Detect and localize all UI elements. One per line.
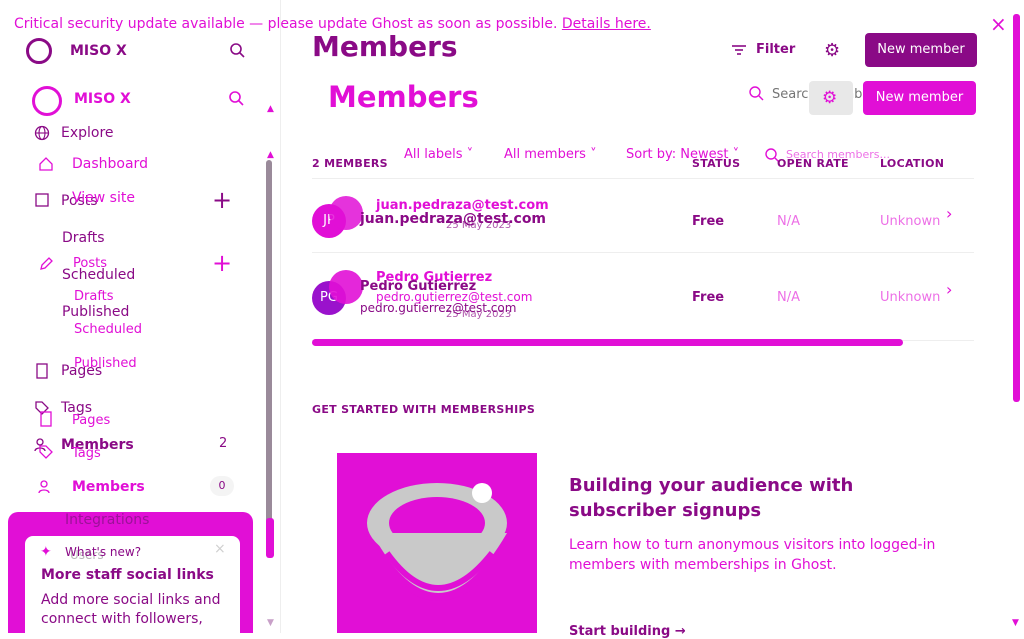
scroll-up-icon[interactable]: ▲ [267, 104, 274, 114]
labels-filter[interactable]: All labels ˅ [404, 147, 473, 162]
nav-dashboard[interactable]: Dashboard [72, 156, 148, 172]
labels-filter-text: All labels [404, 147, 463, 162]
new-member-button-ghost[interactable]: New member [865, 33, 977, 67]
nav-view-site[interactable]: View site [72, 190, 135, 206]
site-logo-ghost [26, 38, 52, 64]
nav-drafts-ghost[interactable]: Drafts [62, 230, 105, 246]
whats-new-body: Add more social links and connect with f… [41, 592, 221, 627]
column-location: LOCATION [880, 157, 945, 170]
nav-tags[interactable]: Tags [72, 446, 101, 461]
add-post-icon[interactable]: + [212, 186, 232, 214]
card-illustration [337, 453, 537, 633]
members-filter-text: All members [504, 147, 586, 162]
nav-published-ghost[interactable]: Published [62, 304, 129, 320]
gear-icon[interactable]: ⚙ [824, 40, 840, 61]
table-scrollbar[interactable] [312, 339, 903, 346]
divider [312, 178, 974, 179]
pages-icon [38, 411, 54, 427]
filter-icon[interactable] [731, 42, 747, 58]
search-icon[interactable] [229, 42, 245, 58]
whats-new-label: What's new? [65, 545, 142, 559]
close-icon[interactable]: × [990, 12, 1007, 36]
nav-drafts[interactable]: Drafts [74, 289, 114, 304]
sidebar: MISO X MISO X Explore Dashboard Posts Vi… [0, 0, 281, 633]
page-title-ghost: Members [312, 30, 458, 63]
column-open-rate: OPEN RATE [777, 157, 849, 170]
nav-members[interactable]: Members [72, 479, 145, 495]
sparkle-icon: ✦ [40, 544, 52, 560]
member-open-rate: N/A [777, 214, 800, 229]
gear-icon: ⚙ [822, 88, 838, 108]
new-member-button[interactable]: New member [863, 81, 976, 115]
members-count-ghost: 2 [219, 436, 228, 451]
edit-icon [38, 256, 54, 272]
site-name[interactable]: MISO X [74, 91, 131, 107]
home-icon [38, 156, 54, 172]
nav-scheduled-ghost[interactable]: Scheduled [62, 267, 135, 283]
search-icon[interactable] [228, 90, 244, 106]
card-body: Learn how to turn anonymous visitors int… [569, 537, 936, 573]
pages-icon [34, 363, 50, 379]
nav-scheduled[interactable]: Scheduled [74, 322, 142, 337]
member-created: 25 May 2023 [446, 309, 512, 320]
member-created: 25 May 2023 [446, 220, 512, 231]
nav-integrations[interactable]: Integrations [65, 512, 149, 528]
posts-icon [34, 192, 50, 208]
members-count-badge: 0 [210, 476, 234, 496]
search-icon [748, 85, 764, 101]
sidebar-scrollbar[interactable] [266, 160, 272, 525]
member-location: Unknown [880, 214, 941, 229]
card-title: Building your audience with subscriber s… [569, 475, 854, 521]
member-status: Free [692, 214, 725, 229]
filter-button[interactable]: Filter [756, 42, 795, 57]
members-filter[interactable]: All members ˅ [504, 147, 597, 162]
whats-new-title: More staff social links [41, 567, 214, 583]
chevron-right-icon[interactable]: › [946, 280, 952, 299]
sidebar-scrollbar-thumb[interactable] [266, 518, 274, 558]
add-post-icon[interactable]: + [212, 249, 232, 277]
member-count: 2 MEMBERS [312, 157, 388, 170]
member-status: Free [692, 290, 725, 305]
avatar [329, 270, 363, 304]
site-logo [32, 86, 62, 116]
members-icon [38, 479, 54, 495]
scroll-up-icon[interactable]: ▲ [267, 150, 274, 160]
nav-pages[interactable]: Pages [72, 413, 110, 428]
column-status: STATUS [692, 157, 741, 170]
divider [312, 252, 974, 253]
nav-pages-ghost[interactable]: Pages [61, 363, 102, 379]
member-open-rate: N/A [777, 290, 800, 305]
avatar [329, 196, 363, 230]
nav-explore[interactable]: Explore [61, 125, 114, 141]
site-name-ghost[interactable]: MISO X [70, 43, 127, 59]
tag-icon [38, 444, 54, 460]
start-building-link[interactable]: Start building → [569, 624, 686, 639]
scroll-down-icon[interactable]: ▼ [1012, 618, 1019, 628]
page-scrollbar[interactable] [1013, 14, 1020, 402]
chevron-right-icon[interactable]: › [946, 204, 952, 223]
whats-new-close-icon[interactable]: × [214, 541, 226, 557]
member-location: Unknown [880, 290, 941, 305]
globe-icon [34, 125, 50, 141]
banner-details-link[interactable]: Details here. [562, 16, 651, 32]
getstarted-heading: GET STARTED WITH MEMBERSHIPS [312, 403, 536, 416]
page-title: Members [328, 80, 479, 114]
scroll-down-icon[interactable]: ▼ [267, 618, 274, 628]
